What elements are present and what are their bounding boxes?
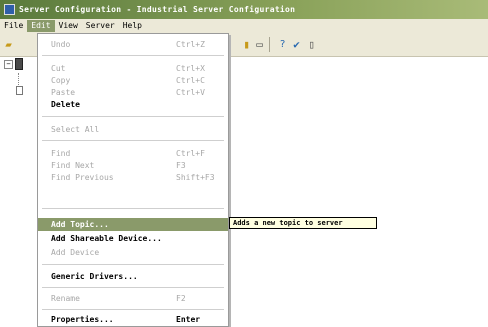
menu-item-generic-drivers[interactable]: Generic Drivers... xyxy=(38,270,228,283)
window-title: Server Configuration - Industrial Server… xyxy=(19,5,296,14)
menu-separator xyxy=(42,309,224,310)
open-icon[interactable]: ▰ xyxy=(2,38,15,51)
help-icon[interactable]: ? xyxy=(276,38,289,51)
menu-item-properties[interactable]: Properties... Enter xyxy=(38,313,228,326)
menu-separator xyxy=(42,287,224,288)
tree-view[interactable]: − xyxy=(0,57,40,327)
tree-node-icon[interactable] xyxy=(16,86,23,95)
title-bar: Server Configuration - Industrial Server… xyxy=(0,0,488,19)
menu-edit[interactable]: Edit xyxy=(27,20,55,32)
page-icon[interactable]: ▯ xyxy=(305,38,318,51)
menu-item-rename[interactable]: Rename F2 xyxy=(38,292,228,305)
edit-menu-dropdown: Undo Ctrl+Z Cut Ctrl+X Copy Ctrl+C Paste Ctr… xyxy=(37,33,229,327)
menu-bar: File Edit View Server Help xyxy=(0,19,488,33)
check-icon[interactable]: ✔ xyxy=(290,38,303,51)
menu-separator xyxy=(42,264,224,265)
menu-item-delete[interactable]: Delete xyxy=(38,98,228,111)
app-icon xyxy=(4,4,15,15)
server-icon[interactable] xyxy=(15,58,23,70)
menu-separator xyxy=(42,208,224,209)
menu-item-add-device[interactable]: Add Device xyxy=(38,246,228,259)
menu-file[interactable]: File xyxy=(0,20,27,32)
tree-connector xyxy=(18,73,20,85)
menu-item-select-all[interactable]: Select All xyxy=(38,123,228,136)
menu-separator xyxy=(42,116,224,117)
menu-item-add-topic[interactable]: Add Topic... xyxy=(38,218,228,231)
toolbar-separator xyxy=(269,37,270,52)
menu-item-find-previous[interactable]: Find Previous Shift+F3 xyxy=(38,171,228,184)
menu-item-add-shareable-device[interactable]: Add Shareable Device... xyxy=(38,232,228,245)
menu-server[interactable]: Server xyxy=(82,20,119,32)
menu-help[interactable]: Help xyxy=(119,20,146,32)
menu-view[interactable]: View xyxy=(55,20,82,32)
menu-separator xyxy=(42,140,224,141)
clipboard-icon[interactable]: ▭ xyxy=(253,38,266,51)
menu-separator xyxy=(42,55,224,56)
properties-icon[interactable]: ▮ xyxy=(240,38,253,51)
collapse-icon[interactable]: − xyxy=(4,60,13,69)
status-tooltip: Adds a new topic to server xyxy=(229,217,377,229)
menu-item-undo[interactable]: Undo Ctrl+Z xyxy=(38,38,228,51)
